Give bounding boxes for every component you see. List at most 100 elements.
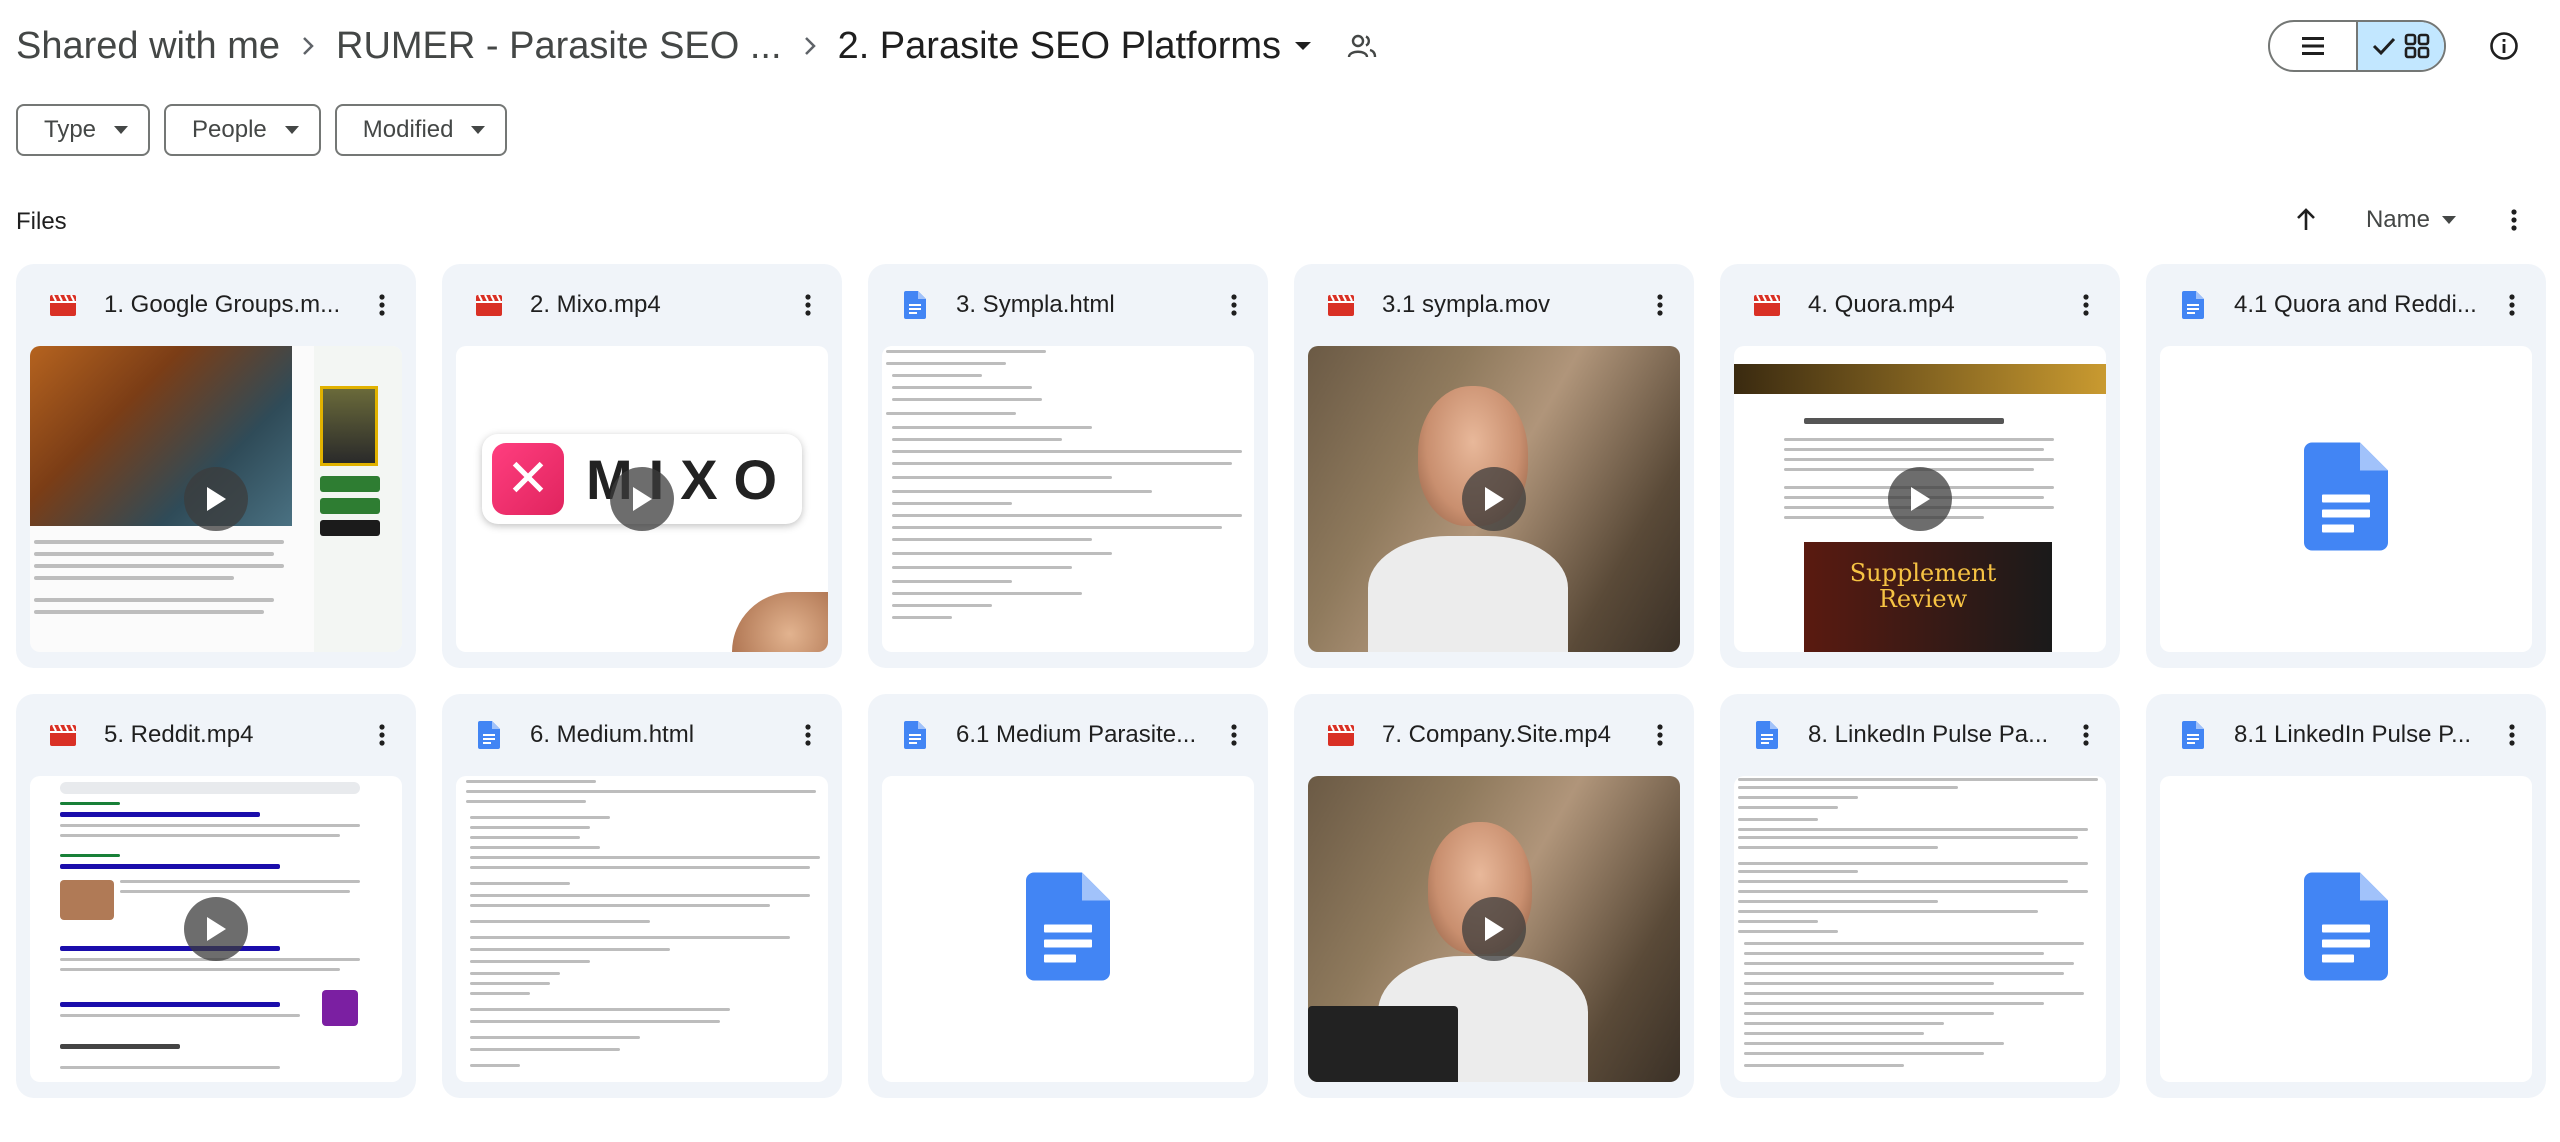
more-options-button[interactable] bbox=[2492, 198, 2536, 242]
file-more-button[interactable] bbox=[1212, 713, 1256, 757]
file-thumbnail bbox=[2160, 346, 2532, 652]
sort-by-name-button[interactable]: Name bbox=[2366, 206, 2456, 234]
more-vert-icon bbox=[805, 294, 811, 316]
video-file-icon bbox=[48, 720, 78, 750]
file-name: 8. LinkedIn Pulse Pa... bbox=[1808, 721, 2049, 748]
file-thumbnail bbox=[1308, 776, 1680, 1082]
file-more-button[interactable] bbox=[1638, 283, 1682, 327]
file-card[interactable]: 3. Sympla.html bbox=[868, 264, 1268, 668]
info-icon bbox=[2490, 32, 2518, 60]
file-card[interactable]: 8. LinkedIn Pulse Pa... bbox=[1720, 694, 2120, 1098]
file-more-button[interactable] bbox=[2064, 713, 2108, 757]
more-vert-icon bbox=[1657, 724, 1663, 746]
more-vert-icon bbox=[1657, 294, 1663, 316]
file-thumbnail: ✕ MIXO bbox=[456, 346, 828, 652]
file-more-button[interactable] bbox=[2064, 283, 2108, 327]
file-card[interactable]: 6.1 Medium Parasite... bbox=[868, 694, 1268, 1098]
video-file-icon bbox=[1752, 290, 1782, 320]
sort-direction-button[interactable] bbox=[2284, 198, 2328, 242]
type-filter-chip[interactable]: Type bbox=[16, 104, 151, 156]
list-view-button[interactable] bbox=[2270, 22, 2356, 70]
view-toggle bbox=[2268, 20, 2446, 72]
people-filter-chip[interactable]: People bbox=[164, 104, 321, 156]
file-thumbnail bbox=[1308, 346, 1680, 652]
video-file-icon bbox=[48, 290, 78, 320]
file-more-button[interactable] bbox=[786, 283, 830, 327]
check-icon bbox=[2372, 37, 2396, 56]
doc-file-icon bbox=[1752, 720, 1782, 750]
file-thumbnail bbox=[2160, 776, 2532, 1082]
file-more-button[interactable] bbox=[2490, 283, 2534, 327]
file-name: 3.1 sympla.mov bbox=[1382, 291, 1551, 318]
file-name: 5. Reddit.mp4 bbox=[104, 721, 254, 748]
files-section-label: Files bbox=[16, 208, 67, 235]
file-more-button[interactable] bbox=[2490, 713, 2534, 757]
chevron-right-icon bbox=[280, 34, 336, 58]
file-name: 4. Quora.mp4 bbox=[1808, 291, 1955, 318]
file-thumbnail bbox=[882, 776, 1254, 1082]
breadcrumb-shared-with-me[interactable]: Shared with me bbox=[16, 25, 280, 68]
file-card[interactable]: 4. Quora.mp4 Supplement Review bbox=[1720, 264, 2120, 668]
breadcrumb: Shared with me RUMER - Parasite SEO ... … bbox=[16, 12, 2544, 80]
file-card[interactable]: 5. Reddit.mp4 bbox=[16, 694, 416, 1098]
file-name: 7. Company.Site.mp4 bbox=[1382, 721, 1611, 748]
more-vert-icon bbox=[1231, 724, 1237, 746]
file-thumbnail bbox=[456, 776, 828, 1082]
google-docs-icon bbox=[1026, 872, 1110, 986]
video-file-icon bbox=[1326, 290, 1356, 320]
google-docs-icon bbox=[2304, 872, 2388, 986]
google-docs-icon bbox=[2304, 442, 2388, 556]
play-icon bbox=[184, 897, 248, 961]
chip-label: People bbox=[192, 116, 267, 143]
mixo-logo: ✕ bbox=[492, 443, 564, 515]
play-icon bbox=[1462, 467, 1526, 531]
sort-bar: Name bbox=[2284, 198, 2536, 242]
file-card[interactable]: 3.1 sympla.mov bbox=[1294, 264, 1694, 668]
caret-down-icon bbox=[471, 126, 486, 134]
grid-view-button[interactable] bbox=[2356, 22, 2444, 70]
file-more-button[interactable] bbox=[1638, 713, 1682, 757]
play-icon bbox=[1462, 897, 1526, 961]
doc-file-icon bbox=[900, 290, 930, 320]
more-vert-icon bbox=[805, 724, 811, 746]
video-file-icon bbox=[1326, 720, 1356, 750]
modified-filter-chip[interactable]: Modified bbox=[334, 104, 508, 156]
file-card[interactable]: 4.1 Quora and Reddi... bbox=[2146, 264, 2546, 668]
file-thumbnail: Supplement Review bbox=[1734, 346, 2106, 652]
file-name: 1. Google Groups.m... bbox=[104, 291, 341, 318]
file-card[interactable]: 6. Medium.html bbox=[442, 694, 842, 1098]
chevron-right-icon bbox=[782, 34, 838, 58]
file-thumbnail bbox=[30, 346, 402, 652]
more-vert-icon bbox=[2083, 294, 2089, 316]
file-card[interactable]: 8.1 LinkedIn Pulse P... bbox=[2146, 694, 2546, 1098]
grid-icon bbox=[2404, 33, 2430, 59]
doc-file-icon bbox=[2178, 290, 2208, 320]
more-vert-icon bbox=[2511, 209, 2517, 231]
file-more-button[interactable] bbox=[786, 713, 830, 757]
video-file-icon bbox=[474, 290, 504, 320]
chip-label: Modified bbox=[362, 116, 454, 143]
more-vert-icon bbox=[2509, 724, 2515, 746]
caret-down-icon bbox=[2442, 216, 2456, 224]
file-name: 6.1 Medium Parasite... bbox=[956, 721, 1197, 748]
file-more-button[interactable] bbox=[360, 283, 404, 327]
file-more-button[interactable] bbox=[1212, 283, 1256, 327]
list-icon bbox=[2302, 37, 2324, 55]
supplement-review-image: Supplement Review bbox=[1804, 542, 2052, 652]
more-vert-icon bbox=[2083, 724, 2089, 746]
info-button[interactable] bbox=[2480, 22, 2528, 70]
shared-people-icon[interactable] bbox=[1347, 33, 1377, 59]
file-card[interactable]: 1. Google Groups.m... bbox=[16, 264, 416, 668]
file-card[interactable]: 7. Company.Site.mp4 bbox=[1294, 694, 1694, 1098]
file-more-button[interactable] bbox=[360, 713, 404, 757]
caret-down-icon bbox=[114, 126, 129, 134]
current-folder-menu[interactable]: 2. Parasite SEO Platforms bbox=[838, 25, 1314, 68]
file-name: 6. Medium.html bbox=[530, 721, 695, 748]
caret-down-icon bbox=[284, 126, 299, 134]
doc-file-icon bbox=[474, 720, 504, 750]
breadcrumb-parent-folder[interactable]: RUMER - Parasite SEO ... bbox=[336, 25, 782, 68]
file-name: 3. Sympla.html bbox=[956, 291, 1115, 318]
file-thumbnail bbox=[30, 776, 402, 1082]
file-card[interactable]: 2. Mixo.mp4 ✕ MIXO bbox=[442, 264, 842, 668]
caret-down-icon bbox=[1293, 40, 1313, 52]
